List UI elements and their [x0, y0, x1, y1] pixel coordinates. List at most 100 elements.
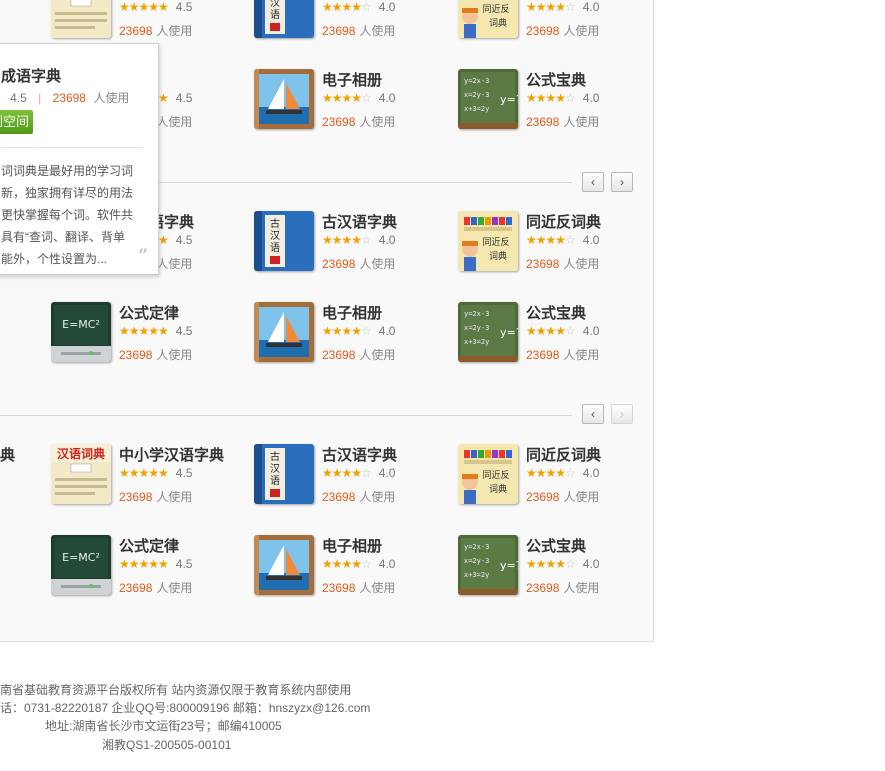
star-rating: ★★★★☆ — [526, 324, 576, 338]
rating-score: 4.5 — [175, 466, 193, 480]
sailboat-photo-album-icon[interactable] — [254, 69, 314, 129]
app-card[interactable]: 电子相册 ★★★★☆ 4.0 23698 人使用 — [254, 69, 454, 131]
usage-count: 23698人使用 — [322, 488, 395, 505]
app-card[interactable]: 电子相册 ★★★★☆ 4.0 23698 人使用 — [254, 302, 454, 364]
star-rating: ★★★★★ — [119, 324, 169, 338]
usage-number: 23698 — [322, 24, 356, 38]
usage-count: 23698人使用 — [526, 113, 599, 130]
math-chalkboard-icon[interactable]: y=2x-3 x=2y-3 x+3=2y y=? — [458, 69, 518, 129]
svg-text:古: 古 — [270, 450, 280, 463]
usage-number: 23698 — [322, 257, 356, 271]
math-chalkboard-icon[interactable]: y=2x-3 x=2y-3 x+3=2y y=? — [458, 302, 518, 362]
app-card[interactable]: E=MC² 公式定律 ★★★★★ 4.5 23698 人使用 — [51, 302, 251, 364]
popup-app-title: 成语字典 — [1, 68, 62, 85]
app-card[interactable]: E=MC² 公式定律 ★★★★★ 4.5 23698 人使用 — [51, 535, 251, 597]
svg-text:x=2y-3: x=2y-3 — [464, 557, 489, 565]
app-card[interactable]: 古汉语古汉语字典 ★★★★☆ 4.0 23698 人使用 — [254, 444, 454, 506]
star-rating: ★★★★★ — [119, 0, 169, 14]
rating-score: 4.0 — [378, 324, 396, 338]
next-page-button[interactable]: › — [611, 404, 633, 424]
app-card[interactable]: 电子相册 ★★★★☆ 4.0 23698 人使用 — [254, 535, 454, 597]
math-chalkboard-icon[interactable]: y=2x-3 x=2y-3 x+3=2y y=? — [458, 535, 518, 595]
formula-chalkboard-icon[interactable]: E=MC² — [51, 302, 111, 362]
app-card[interactable]: y=2x-3 x=2y-3 x+3=2y y=? 公式宝典★★★★☆ 4.0 23698人使… — [458, 302, 658, 364]
star-rating: ★★★★☆ — [322, 0, 372, 14]
popup-usage-count: 23698 — [52, 91, 86, 105]
synonym-dictionary-icon[interactable]: 同近反 词典 — [458, 211, 518, 271]
sailboat-photo-album-icon[interactable] — [254, 535, 314, 595]
next-page-button[interactable]: › — [611, 172, 633, 192]
usage-unit: 人使用 — [156, 257, 193, 271]
app-name[interactable]: 公式宝典 — [526, 535, 586, 556]
rating-score: 4.5 — [175, 324, 193, 338]
ancient-chinese-dictionary-icon[interactable]: 古汉语 — [254, 211, 314, 271]
app-card[interactable]: y=2x-3 x=2y-3 x+3=2y y=? 公式宝典★★★★☆ 4.0 23698人使… — [458, 69, 658, 131]
app-card[interactable]: 同近反 词典 ★★★★☆ 4.0 23698 人使用 — [458, 0, 658, 40]
app-name[interactable]: 电子相册 — [322, 302, 382, 323]
usage-number: 23698 — [322, 581, 356, 595]
usage-unit: 人使用 — [359, 115, 396, 129]
usage-number: 23698 — [526, 581, 560, 595]
app-name[interactable]: 公式宝典 — [526, 302, 586, 323]
app-rating: ★★★★☆ 4.0 — [322, 324, 395, 338]
footer-contact-text: 话：0731-82220187 企业QQ号:800009196 邮箱：hnszy… — [0, 701, 371, 715]
star-rating: ★★★★★ — [119, 557, 169, 571]
app-card[interactable]: 同近反 词典 同近反词典 ★★★★☆ 4.0 23698 人使用 — [458, 444, 658, 506]
add-to-space-button[interactable]: 到空间 — [0, 110, 33, 134]
rating-score: 4.0 — [582, 324, 600, 338]
app-rating: ★★★★☆ 4.0 — [526, 466, 599, 480]
app-card[interactable]: 汉语词典 ★★★★★ 4.5 23698人使用 — [51, 0, 251, 40]
svg-text:语: 语 — [270, 9, 280, 21]
app-rating: ★★★★☆ 4.0 — [526, 233, 599, 247]
app-name[interactable]: 古汉语字典 — [322, 211, 397, 232]
usage-count: 23698人使用 — [322, 255, 395, 272]
app-name[interactable]: 古汉语字典 — [322, 444, 397, 465]
usage-count: 23698人使用 — [119, 488, 192, 505]
formula-chalkboard-icon[interactable]: E=MC² — [51, 535, 111, 595]
synonym-dictionary-icon[interactable]: 同近反 词典 — [458, 0, 518, 38]
rating-score: 4.0 — [582, 466, 600, 480]
usage-unit: 人使用 — [156, 24, 193, 38]
usage-number: 23698 — [119, 24, 153, 38]
app-name[interactable]: 电子相册 — [322, 535, 382, 556]
usage-unit: 人使用 — [359, 348, 396, 362]
app-rating: ★★★★☆ 4.0 — [322, 233, 395, 247]
prev-page-button[interactable]: ‹ — [582, 404, 604, 424]
usage-unit: 人使用 — [359, 24, 396, 38]
usage-count: 23698人使用 — [526, 488, 599, 505]
rating-score: 4.0 — [378, 557, 396, 571]
svg-text:语: 语 — [270, 475, 280, 487]
app-name[interactable]: 公式定律 — [119, 302, 179, 323]
svg-text:x+3=2y: x+3=2y — [464, 571, 489, 579]
app-name[interactable]: 同近反词典 — [526, 211, 601, 232]
app-name[interactable]: 公式定律 — [119, 535, 179, 556]
app-card[interactable]: 古汉语 ★★★★☆ 4.0 23698人使用 — [254, 0, 454, 40]
app-name[interactable]: 中小学汉语字典 — [119, 444, 224, 465]
app-rating: ★★★★☆ 4.0 — [322, 557, 395, 571]
chinese-dictionary-book-icon[interactable]: 汉语词典 — [51, 444, 111, 504]
prev-page-button[interactable]: ‹ — [582, 172, 604, 192]
svg-text:y=?: y=? — [500, 326, 518, 339]
app-card[interactable]: 汉语词典 中小学汉语字典 ★★★★★ 4.5 23698 人使用 — [51, 444, 251, 506]
svg-text:同近反: 同近反 — [482, 469, 509, 481]
ancient-chinese-dictionary-icon[interactable]: 古汉语 — [254, 0, 314, 38]
synonym-dictionary-icon[interactable]: 同近反 词典 — [458, 444, 518, 504]
chinese-dictionary-book-icon[interactable]: 汉语词典 — [51, 0, 111, 38]
app-rating: ★★★★☆ 4.0 — [322, 91, 395, 105]
app-rating: ★★★★★ 4.5 — [119, 324, 192, 338]
usage-unit: 人使用 — [156, 115, 193, 129]
usage-number: 23698 — [322, 490, 356, 504]
svg-text:汉: 汉 — [270, 463, 280, 475]
usage-unit: 人使用 — [359, 490, 396, 504]
app-card[interactable]: 同近反 词典 同近反词典 ★★★★☆ 4.0 23698 人使用 — [458, 211, 658, 273]
usage-number: 23698 — [322, 348, 356, 362]
app-name[interactable]: 同近反词典 — [526, 444, 601, 465]
app-card[interactable]: y=2x-3 x=2y-3 x+3=2y y=? 公式宝典★★★★☆ 4.0 23698人使… — [458, 535, 658, 597]
app-name[interactable]: 公式宝典 — [526, 69, 586, 90]
app-name[interactable]: 电子相册 — [322, 69, 382, 90]
usage-number: 23698 — [526, 490, 560, 504]
app-rating: ★★★★★ 4.5 — [119, 0, 192, 14]
ancient-chinese-dictionary-icon[interactable]: 古汉语 — [254, 444, 314, 504]
sailboat-photo-album-icon[interactable] — [254, 302, 314, 362]
app-card[interactable]: 古汉语古汉语字典 ★★★★☆ 4.0 23698 人使用 — [254, 211, 454, 273]
